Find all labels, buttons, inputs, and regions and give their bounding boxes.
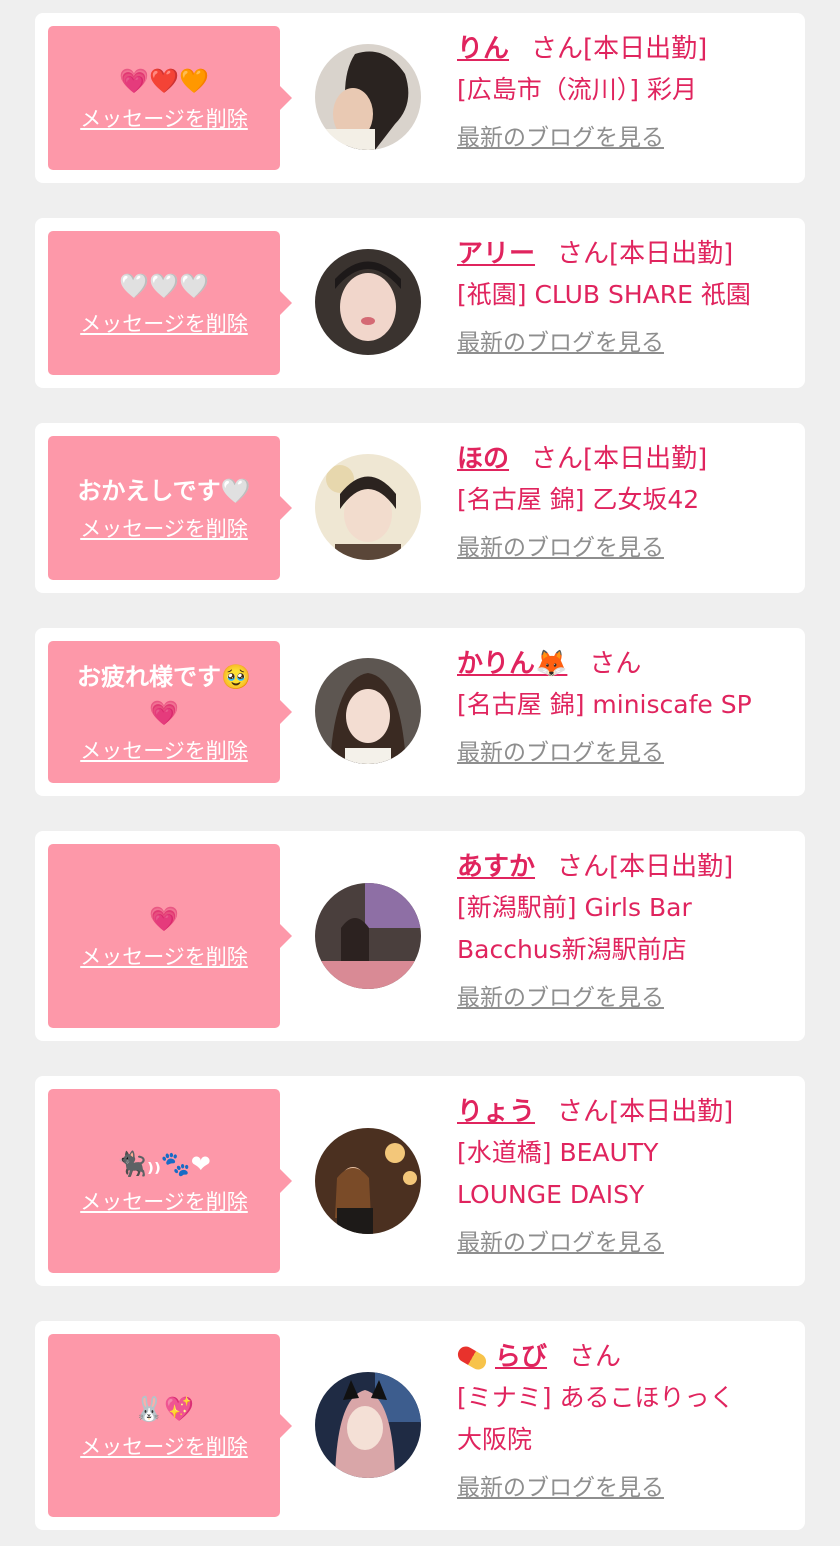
avatar[interactable] — [315, 883, 421, 989]
message-card: 🐰💖 メッセージを削除 らび さん [ミナミ] あるこほりっく 大阪院 最新のブロ… — [35, 1321, 805, 1530]
delete-message-link[interactable]: メッセージを削除 — [80, 310, 248, 338]
message-card: おかえしです🤍 メッセージを削除 ほの さん[本日出勤] [名古屋 錦] 乙女坂4… — [35, 423, 805, 593]
latest-blog-link[interactable]: 最新のブログを見る — [457, 326, 664, 360]
status-label: [本日出勤] — [609, 239, 734, 269]
message-text: 💗 — [149, 905, 179, 933]
latest-blog-link[interactable]: 最新のブログを見る — [457, 1471, 664, 1505]
delete-message-link[interactable]: メッセージを削除 — [80, 1433, 248, 1461]
message-bubble: お疲れ様です🥹💗 メッセージを削除 — [48, 641, 292, 783]
profile-info: りょう さん[本日出勤] [水道橋] BEAUTY LOUNGE DAISY 最新… — [457, 1092, 791, 1260]
status-label: [本日出勤] — [583, 34, 708, 64]
avatar[interactable] — [315, 454, 421, 560]
shop-line: [名古屋 錦] miniscafe SP — [457, 690, 752, 719]
message-text: 💗❤️🧡 — [119, 67, 209, 95]
honorific: さん — [557, 852, 610, 882]
profile-info: かりん🦊 さん [名古屋 錦] miniscafe SP 最新のブログを見る — [457, 644, 791, 770]
message-text: お疲れ様です🥹💗 — [77, 663, 251, 727]
shop-line: 大阪院 — [457, 1425, 533, 1454]
honorific: さん — [557, 1097, 610, 1127]
delete-message-link[interactable]: メッセージを削除 — [80, 737, 248, 765]
message-bubble: 🐰💖 メッセージを削除 — [48, 1334, 292, 1517]
girl-name-link[interactable]: ほの — [457, 444, 509, 474]
message-card: お疲れ様です🥹💗 メッセージを削除 かりん🦊 さん [名古屋 錦] minisca… — [35, 628, 805, 796]
latest-blog-link[interactable]: 最新のブログを見る — [457, 736, 664, 770]
message-card: 🤍🤍🤍 メッセージを削除 アリー さん[本日出勤] [祇園] CLUB SHARE… — [35, 218, 805, 388]
status-label: [本日出勤] — [609, 1097, 734, 1127]
profile-info: りん さん[本日出勤] [広島市（流川）] 彩月 最新のブログを見る — [457, 29, 791, 155]
latest-blog-link[interactable]: 最新のブログを見る — [457, 531, 664, 565]
message-bubble: 🐈‍⬛₎₎🐾❤ メッセージを削除 — [48, 1089, 292, 1273]
delete-message-link[interactable]: メッセージを削除 — [80, 515, 248, 543]
status-label: [本日出勤] — [609, 852, 734, 882]
girl-name-link[interactable]: りん — [457, 34, 509, 64]
delete-message-link[interactable]: メッセージを削除 — [80, 105, 248, 133]
shop-line: [ミナミ] あるこほりっく — [457, 1383, 735, 1412]
profile-info: あすか さん[本日出勤] [新潟駅前] Girls Bar Bacchus新潟駅前… — [457, 847, 791, 1015]
message-bubble: 🤍🤍🤍 メッセージを削除 — [48, 231, 292, 375]
girl-name-link[interactable]: かりん🦊 — [457, 649, 567, 679]
message-text: 🐈‍⬛₎₎🐾❤ — [117, 1150, 211, 1178]
message-text: 🤍🤍🤍 — [119, 272, 209, 300]
message-bubble: 💗 メッセージを削除 — [48, 844, 292, 1028]
latest-blog-link[interactable]: 最新のブログを見る — [457, 121, 664, 155]
message-list: 💗❤️🧡 メッセージを削除 りん さん[本日出勤] [広島市（流川）] 彩月 最新… — [0, 0, 840, 1546]
profile-info: ほの さん[本日出勤] [名古屋 錦] 乙女坂42 最新のブログを見る — [457, 439, 791, 565]
honorific: さん — [557, 239, 610, 269]
avatar[interactable] — [315, 249, 421, 355]
message-card: 💗❤️🧡 メッセージを削除 りん さん[本日出勤] [広島市（流川）] 彩月 最新… — [35, 13, 805, 183]
message-bubble: 💗❤️🧡 メッセージを削除 — [48, 26, 292, 170]
honorific: さん — [589, 649, 642, 679]
latest-blog-link[interactable]: 最新のブログを見る — [457, 981, 664, 1015]
message-text: 🐰💖 — [134, 1394, 194, 1423]
girl-name-link[interactable]: あすか — [457, 852, 535, 882]
message-bubble: おかえしです🤍 メッセージを削除 — [48, 436, 292, 580]
shop-line: LOUNGE DAISY — [457, 1180, 645, 1209]
girl-name-link[interactable]: らび — [495, 1342, 547, 1372]
profile-info: アリー さん[本日出勤] [祇園] CLUB SHARE 祇園 最新のブログを見る — [457, 234, 791, 360]
message-card: 🐈‍⬛₎₎🐾❤ メッセージを削除 りょう さん[本日出勤] [水道橋] BEAUT… — [35, 1076, 805, 1286]
shop-line: [広島市（流川）] 彩月 — [457, 75, 697, 104]
honorific: さん — [531, 444, 584, 474]
shop-line: Bacchus新潟駅前店 — [457, 935, 687, 964]
girl-name-link[interactable]: アリー — [457, 239, 535, 269]
delete-message-link[interactable]: メッセージを削除 — [80, 1188, 248, 1216]
avatar[interactable] — [315, 1128, 421, 1234]
shop-line: [名古屋 錦] 乙女坂42 — [457, 485, 700, 514]
honorific: さん — [531, 34, 584, 64]
latest-blog-link[interactable]: 最新のブログを見る — [457, 1226, 664, 1260]
pill-icon — [455, 1343, 489, 1372]
honorific: さん — [569, 1342, 622, 1372]
shop-line: [祇園] CLUB SHARE 祇園 — [457, 280, 751, 309]
girl-name-link[interactable]: りょう — [457, 1097, 535, 1127]
profile-info: らび さん [ミナミ] あるこほりっく 大阪院 最新のブログを見る — [455, 1337, 791, 1505]
message-text: おかえしです🤍 — [77, 477, 251, 505]
delete-message-link[interactable]: メッセージを削除 — [80, 943, 248, 971]
shop-line: [水道橋] BEAUTY — [457, 1138, 659, 1167]
avatar[interactable] — [315, 44, 421, 150]
shop-line: [新潟駅前] Girls Bar — [457, 893, 692, 922]
avatar[interactable] — [315, 658, 421, 764]
avatar[interactable] — [315, 1372, 421, 1478]
status-label: [本日出勤] — [583, 444, 708, 474]
message-card: 💗 メッセージを削除 あすか さん[本日出勤] [新潟駅前] Girls Bar … — [35, 831, 805, 1041]
